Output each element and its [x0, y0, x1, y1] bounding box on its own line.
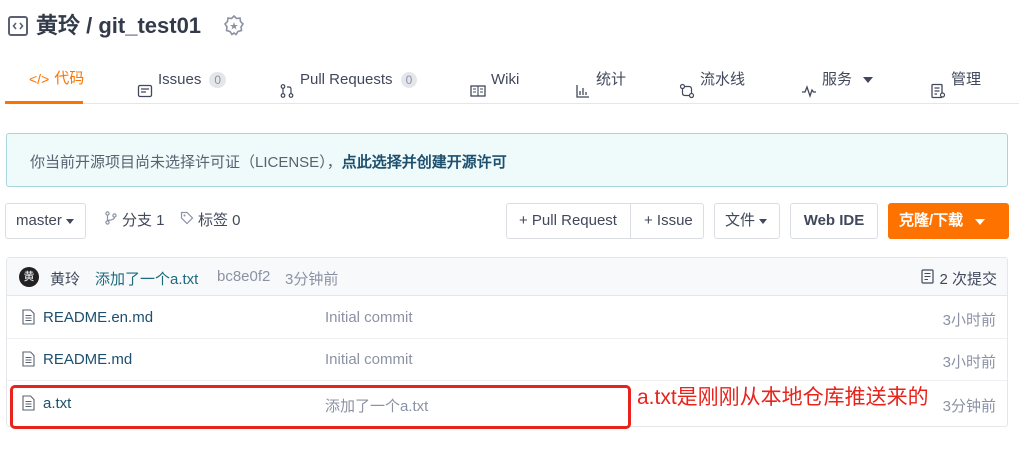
- tab-services-label: 服务: [822, 71, 853, 88]
- clone-download-button[interactable]: 克隆/下载: [888, 203, 1009, 239]
- manage-icon: [930, 72, 946, 99]
- chart-icon: [575, 72, 591, 98]
- license-notice-text: 你当前开源项目尚未选择许可证（LICENSE），点此选择并创建开源许可: [30, 151, 507, 172]
- web-ide-button[interactable]: Web IDE: [790, 203, 878, 239]
- new-pull-request-button[interactable]: + Pull Request: [519, 204, 617, 238]
- branch-select[interactable]: master: [5, 203, 86, 239]
- file-name[interactable]: README.md: [43, 351, 132, 368]
- annotation-highlight-box: [10, 385, 631, 429]
- file-icon: [22, 309, 35, 328]
- latest-commit-bar: 黄 黄玲 添加了一个a.txt bc8e0f2 3分钟前 2 次提交: [7, 258, 1007, 296]
- tab-manage-label: 管理: [951, 71, 982, 88]
- clone-download-label: 克隆/下载: [899, 212, 964, 229]
- pull-request-icon: [279, 72, 295, 98]
- repo-code-icon: [8, 16, 28, 36]
- branches-link[interactable]: 分支 1: [104, 203, 165, 239]
- tab-issues[interactable]: Issues 0: [137, 56, 227, 104]
- create-button-group: + Pull Request + Issue: [506, 203, 704, 239]
- tab-manage[interactable]: 管理: [930, 56, 981, 104]
- service-icon: [801, 72, 817, 99]
- tab-pipeline-label: 流水线: [700, 71, 746, 88]
- commit-author[interactable]: 黄玲: [50, 268, 80, 289]
- tab-wiki[interactable]: Wiki: [470, 56, 519, 104]
- file-commit-message[interactable]: Initial commit: [325, 309, 413, 326]
- chevron-down-icon: [65, 218, 74, 224]
- wiki-icon: [470, 72, 486, 97]
- branches-count: 分支 1: [122, 212, 165, 229]
- license-notice-message: 你当前开源项目尚未选择许可证（LICENSE），: [30, 154, 342, 171]
- chevron-down-icon: [863, 77, 874, 83]
- tags-count: 标签 0: [198, 212, 241, 229]
- tab-services[interactable]: 服务: [801, 56, 874, 104]
- tab-stats-label: 统计: [596, 71, 627, 88]
- repo-title[interactable]: 黄玲 / git_test01: [36, 12, 201, 40]
- commit-count: 2 次提交: [939, 271, 997, 288]
- chevron-down-icon: [975, 219, 986, 225]
- branch-select-label: master: [16, 212, 62, 229]
- tab-pipeline[interactable]: 流水线: [679, 56, 745, 104]
- pull-requests-count-badge: 0: [400, 72, 418, 88]
- avatar[interactable]: 黄: [19, 267, 39, 287]
- create-license-link[interactable]: 点此选择并创建开源许可: [342, 154, 507, 171]
- file-commit-time: 3小时前: [942, 354, 996, 371]
- repo-tabs: </> 代码 Issues 0 Pull Requests 0 Wiki 统计 …: [5, 56, 1019, 104]
- file-menu-label: 文件: [725, 212, 756, 229]
- tab-issues-label: Issues: [158, 71, 202, 88]
- file-row[interactable]: README.md Initial commit 3小时前: [7, 339, 1007, 381]
- tab-code[interactable]: </> 代码: [5, 56, 85, 104]
- file-icon: [22, 351, 35, 370]
- tab-wiki-label: Wiki: [491, 71, 520, 88]
- tags-link[interactable]: 标签 0: [180, 203, 241, 239]
- file-commit-time: 3分钟前: [942, 398, 996, 415]
- tab-stats[interactable]: 统计: [575, 56, 626, 104]
- chevron-down-icon: [759, 218, 768, 224]
- commit-count-link[interactable]: 2 次提交: [921, 268, 997, 289]
- issues-count-badge: 0: [209, 72, 227, 88]
- badge-icon[interactable]: [222, 14, 246, 41]
- repo-header: 黄玲 / git_test01: [0, 0, 1019, 52]
- commit-hash[interactable]: bc8e0f2: [217, 268, 270, 285]
- file-row[interactable]: README.en.md Initial commit 3小时前: [7, 297, 1007, 339]
- repo-toolbar: master 分支 1 标签 0 + Pull Request + Issue …: [0, 203, 1019, 241]
- commits-icon: [921, 269, 935, 288]
- issues-icon: [137, 72, 153, 98]
- tab-pull-requests-label: Pull Requests: [300, 71, 393, 88]
- branch-icon: [104, 203, 118, 239]
- file-menu-button[interactable]: 文件: [714, 203, 780, 239]
- annotation-text: a.txt是刚刚从本地仓库推送来的: [637, 386, 929, 409]
- pipeline-icon: [679, 72, 695, 99]
- button-divider: [630, 204, 631, 238]
- tag-icon: [180, 203, 194, 239]
- license-notice: 你当前开源项目尚未选择许可证（LICENSE），点此选择并创建开源许可: [6, 133, 1008, 187]
- tab-pull-requests[interactable]: Pull Requests 0: [279, 56, 418, 104]
- code-icon: </>: [29, 70, 50, 87]
- file-commit-message[interactable]: Initial commit: [325, 351, 413, 368]
- file-name[interactable]: README.en.md: [43, 309, 153, 326]
- file-commit-time: 3小时前: [942, 312, 996, 329]
- tab-code-label: 代码: [54, 69, 85, 87]
- new-issue-button[interactable]: + Issue: [644, 204, 693, 238]
- commit-time: 3分钟前: [285, 271, 339, 288]
- commit-message[interactable]: 添加了一个a.txt: [95, 268, 198, 289]
